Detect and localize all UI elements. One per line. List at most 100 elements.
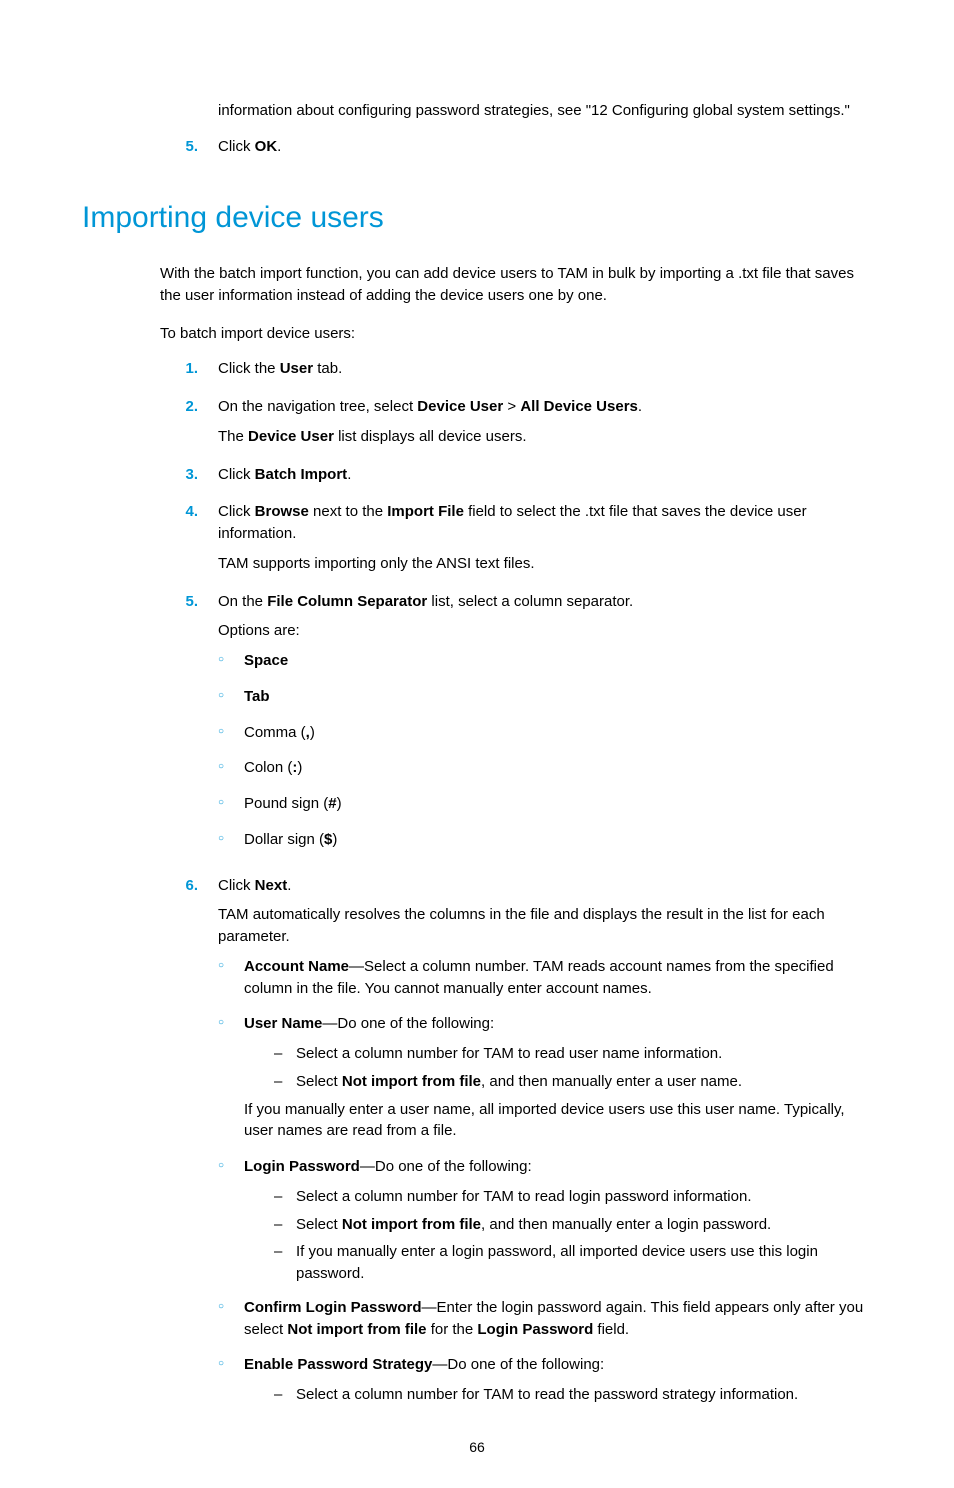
parameter-body: Account Name—Select a column number. TAM… [244, 956, 872, 1008]
option-body: Tab [244, 686, 872, 716]
bold-text: # [328, 795, 336, 812]
parameter-head: User Name—Do one of the following: [244, 1013, 872, 1035]
parameter-note: If you manually enter a user name, all i… [244, 1099, 872, 1143]
step-paragraph: Click Batch Import. [218, 464, 872, 486]
dash-bullet-icon: – [274, 1241, 296, 1285]
bold-text: Tab [244, 688, 270, 705]
step-item: 3.Click Batch Import. [160, 464, 872, 494]
option-item: ○Tab [218, 686, 872, 716]
option-item: ○Pound sign (#) [218, 793, 872, 823]
step-paragraph: TAM automatically resolves the columns i… [218, 904, 872, 948]
bold-text: Confirm Login Password [244, 1299, 422, 1316]
parameter-item: ○Login Password—Do one of the following:… [218, 1156, 872, 1291]
step-number: 6. [160, 875, 218, 1420]
parameter-head: Login Password—Do one of the following: [244, 1156, 872, 1178]
dash-bullet-icon: – [274, 1071, 296, 1093]
parameter-body: User Name—Do one of the following: –Selec… [244, 1013, 872, 1150]
parameter-list: ○Account Name—Select a column number. TA… [218, 956, 872, 1412]
circle-bullet-icon: ○ [218, 829, 244, 859]
section-heading: Importing device users [82, 196, 872, 240]
sub-option-text: If you manually enter a login password, … [296, 1241, 872, 1285]
option-body: Comma (,) [244, 722, 872, 752]
circle-bullet-icon: ○ [218, 956, 244, 1008]
parameter-item: ○Enable Password Strategy—Do one of the … [218, 1354, 872, 1412]
step-paragraph: On the File Column Separator list, selec… [218, 591, 872, 613]
circle-bullet-icon: ○ [218, 1156, 244, 1291]
prior-step-list: 5.Click OK. [160, 136, 872, 166]
dash-bullet-icon: – [274, 1384, 296, 1406]
option-text: Colon (:) [244, 757, 872, 779]
bold-text: Next [255, 877, 288, 894]
step-paragraph: TAM supports importing only the ANSI tex… [218, 553, 872, 575]
sub-option-item: –Select Not import from file, and then m… [274, 1071, 872, 1093]
step-item: 2.On the navigation tree, select Device … [160, 396, 872, 456]
document-page: information about configuring password s… [0, 0, 954, 1488]
bold-text: : [292, 759, 297, 776]
option-text: Space [244, 650, 872, 672]
step-item: 6.Click Next.TAM automatically resolves … [160, 875, 872, 1420]
step-body: Click Batch Import. [218, 464, 872, 494]
circle-bullet-icon: ○ [218, 686, 244, 716]
step-number: 4. [160, 501, 218, 582]
sub-option-text: Select Not import from file, and then ma… [296, 1071, 872, 1093]
step-paragraph: Options are: [218, 620, 872, 642]
parameter-item: ○Account Name—Select a column number. TA… [218, 956, 872, 1008]
step-body: Click Browse next to the Import File fie… [218, 501, 872, 582]
dash-bullet-icon: – [274, 1214, 296, 1236]
option-text: Comma (,) [244, 722, 872, 744]
option-text: Tab [244, 686, 872, 708]
circle-bullet-icon: ○ [218, 757, 244, 787]
page-number: 66 [0, 1437, 954, 1457]
step-body: Click OK. [218, 136, 872, 166]
circle-bullet-icon: ○ [218, 722, 244, 752]
parameter-body: Login Password—Do one of the following: –… [244, 1156, 872, 1291]
step-paragraph: Click OK. [218, 136, 872, 158]
bold-text: , [306, 724, 310, 741]
step-item: 5.On the File Column Separator list, sel… [160, 591, 872, 867]
step-list: 1.Click the User tab.2.On the navigation… [160, 358, 872, 1420]
parameter-head: Confirm Login Password—Enter the login p… [244, 1297, 872, 1341]
sub-option-list: –Select a column number for TAM to read … [274, 1186, 872, 1285]
sub-option-text: Select a column number for TAM to read u… [296, 1043, 872, 1065]
step-paragraph: Click Browse next to the Import File fie… [218, 501, 872, 545]
parameter-head: Account Name—Select a column number. TAM… [244, 956, 872, 1000]
step-body: On the navigation tree, select Device Us… [218, 396, 872, 456]
bold-text: Device User [417, 398, 503, 415]
sub-option-text: Select a column number for TAM to read t… [296, 1384, 872, 1406]
bold-text: All Device Users [520, 398, 638, 415]
sub-option-item: –Select Not import from file, and then m… [274, 1214, 872, 1236]
bold-text: User [280, 360, 313, 377]
bold-text: Not import from file [342, 1216, 481, 1233]
option-text: Dollar sign ($) [244, 829, 872, 851]
step-item: 5.Click OK. [160, 136, 872, 166]
bold-text: Not import from file [342, 1073, 481, 1090]
step-item: 4.Click Browse next to the Import File f… [160, 501, 872, 582]
sub-option-item: –If you manually enter a login password,… [274, 1241, 872, 1285]
bold-text: Browse [255, 503, 309, 520]
circle-bullet-icon: ○ [218, 793, 244, 823]
step-body: On the File Column Separator list, selec… [218, 591, 872, 867]
sub-option-item: –Select a column number for TAM to read … [274, 1186, 872, 1208]
bold-text: Not import from file [287, 1321, 426, 1338]
step-paragraph: Click the User tab. [218, 358, 872, 380]
circle-bullet-icon: ○ [218, 650, 244, 680]
step-body: Click the User tab. [218, 358, 872, 388]
sub-option-item: –Select a column number for TAM to read … [274, 1384, 872, 1406]
sub-option-list: –Select a column number for TAM to read … [274, 1043, 872, 1093]
sub-option-text: Select Not import from file, and then ma… [296, 1214, 872, 1236]
bold-text: User Name [244, 1015, 322, 1032]
circle-bullet-icon: ○ [218, 1013, 244, 1150]
bold-text: Import File [387, 503, 464, 520]
option-text: Pound sign (#) [244, 793, 872, 815]
option-body: Colon (:) [244, 757, 872, 787]
continuation-paragraph: information about configuring password s… [218, 100, 872, 122]
step-paragraph: On the navigation tree, select Device Us… [218, 396, 872, 418]
step-number: 2. [160, 396, 218, 456]
bold-text: Device User [248, 428, 334, 445]
parameter-item: ○Confirm Login Password—Enter the login … [218, 1297, 872, 1349]
option-body: Space [244, 650, 872, 680]
circle-bullet-icon: ○ [218, 1297, 244, 1349]
option-item: ○Dollar sign ($) [218, 829, 872, 859]
sub-option-item: –Select a column number for TAM to read … [274, 1043, 872, 1065]
sub-option-list: –Select a column number for TAM to read … [274, 1384, 872, 1406]
